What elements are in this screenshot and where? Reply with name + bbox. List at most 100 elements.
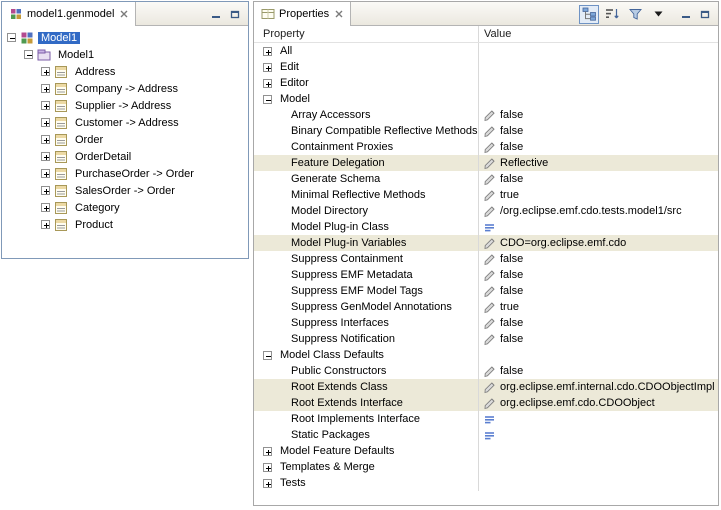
property-row[interactable]: Model Plug-in VariablesCDO=org.eclipse.e… — [254, 235, 718, 251]
expand-icon[interactable] — [263, 79, 272, 88]
property-row[interactable]: Model Directory/org.eclipse.emf.cdo.test… — [254, 203, 718, 219]
property-value-cell[interactable]: true — [478, 187, 718, 203]
tree-item[interactable]: Model1 — [2, 46, 248, 63]
expand-icon[interactable] — [41, 84, 50, 93]
property-row[interactable]: Root Implements Interface — [254, 411, 718, 427]
tree-item[interactable]: PurchaseOrder -> Order — [2, 165, 248, 182]
property-row[interactable]: Suppress Interfacesfalse — [254, 315, 718, 331]
expand-icon[interactable] — [263, 47, 272, 56]
property-value-cell[interactable] — [478, 411, 718, 427]
tree-item-label[interactable]: OrderDetail — [72, 151, 134, 163]
tree-item[interactable]: Product — [2, 216, 248, 233]
property-category-row[interactable]: Templates & Merge — [254, 459, 718, 475]
tree-item-label[interactable]: Address — [72, 66, 118, 78]
property-row[interactable]: Minimal Reflective Methodstrue — [254, 187, 718, 203]
expand-icon[interactable] — [263, 63, 272, 72]
maximize-button[interactable] — [697, 7, 713, 22]
property-category-row[interactable]: Editor — [254, 75, 718, 91]
show-advanced-properties-icon[interactable] — [625, 5, 645, 24]
property-value-cell[interactable]: org.eclipse.emf.cdo.CDOObject — [478, 395, 718, 411]
property-row[interactable]: Generate Schemafalse — [254, 171, 718, 187]
tab-properties[interactable]: Properties — [254, 2, 351, 26]
property-row[interactable]: Suppress EMF Model Tagsfalse — [254, 283, 718, 299]
property-value-cell[interactable]: false — [478, 363, 718, 379]
tree-item-label[interactable]: Model1 — [55, 49, 97, 61]
property-value-cell[interactable] — [478, 91, 718, 107]
property-value-cell[interactable]: false — [478, 171, 718, 187]
property-row[interactable]: Root Extends Classorg.eclipse.emf.intern… — [254, 379, 718, 395]
column-header-property[interactable]: Property — [254, 26, 478, 42]
property-value-cell[interactable] — [478, 59, 718, 75]
tree-item-label[interactable]: SalesOrder -> Order — [72, 185, 178, 197]
property-row[interactable]: Containment Proxiesfalse — [254, 139, 718, 155]
property-value-cell[interactable]: false — [478, 267, 718, 283]
property-row[interactable]: Feature DelegationReflective — [254, 155, 718, 171]
property-value-cell[interactable]: org.eclipse.emf.internal.cdo.CDOObjectIm… — [478, 379, 718, 395]
expand-icon[interactable] — [41, 186, 50, 195]
property-value-cell[interactable] — [478, 219, 718, 235]
collapse-icon[interactable] — [263, 351, 272, 360]
property-category-row[interactable]: Tests — [254, 475, 718, 491]
property-value-cell[interactable]: Reflective — [478, 155, 718, 171]
expand-icon[interactable] — [41, 135, 50, 144]
property-row[interactable]: Suppress GenModel Annotationstrue — [254, 299, 718, 315]
expand-icon[interactable] — [41, 220, 50, 229]
tree-item-label[interactable]: Category — [72, 202, 123, 214]
expand-icon[interactable] — [41, 101, 50, 110]
property-category-row[interactable]: Model Class Defaults — [254, 347, 718, 363]
expand-icon[interactable] — [41, 152, 50, 161]
tree-item-label[interactable]: Model1 — [38, 32, 80, 44]
tree-item-label[interactable]: PurchaseOrder -> Order — [72, 168, 197, 180]
property-value-cell[interactable] — [478, 443, 718, 459]
property-value-cell[interactable]: false — [478, 315, 718, 331]
minimize-button[interactable] — [678, 7, 694, 22]
tree-item[interactable]: Order — [2, 131, 248, 148]
property-value-cell[interactable]: false — [478, 123, 718, 139]
property-value-cell[interactable] — [478, 43, 718, 59]
property-value-cell[interactable]: true — [478, 299, 718, 315]
property-value-cell[interactable]: false — [478, 283, 718, 299]
tree-item[interactable]: Address — [2, 63, 248, 80]
tree-item-label[interactable]: Customer -> Address — [72, 117, 182, 129]
expand-icon[interactable] — [41, 67, 50, 76]
column-header-value[interactable]: Value — [478, 26, 718, 42]
property-value-cell[interactable]: CDO=org.eclipse.emf.cdo — [478, 235, 718, 251]
property-category-row[interactable]: Model Feature Defaults — [254, 443, 718, 459]
property-row[interactable]: Suppress EMF Metadatafalse — [254, 267, 718, 283]
property-row[interactable]: Public Constructorsfalse — [254, 363, 718, 379]
property-row[interactable]: Suppress Containmentfalse — [254, 251, 718, 267]
property-value-cell[interactable] — [478, 75, 718, 91]
collapse-icon[interactable] — [7, 33, 16, 42]
tree-item[interactable]: Customer -> Address — [2, 114, 248, 131]
collapse-icon[interactable] — [24, 50, 33, 59]
tree-item[interactable]: Company -> Address — [2, 80, 248, 97]
tree-item-label[interactable]: Order — [72, 134, 106, 146]
property-value-cell[interactable] — [478, 427, 718, 443]
property-value-cell[interactable] — [478, 475, 718, 491]
tab-model1-genmodel[interactable]: model1.genmodel — [2, 2, 136, 26]
property-row[interactable]: Array Accessorsfalse — [254, 107, 718, 123]
property-row[interactable]: Model Plug-in Class — [254, 219, 718, 235]
tree-item[interactable]: Category — [2, 199, 248, 216]
property-value-cell[interactable] — [478, 347, 718, 363]
property-row[interactable]: Root Extends Interfaceorg.eclipse.emf.cd… — [254, 395, 718, 411]
tree-item[interactable]: Supplier -> Address — [2, 97, 248, 114]
property-value-cell[interactable] — [478, 459, 718, 475]
property-row[interactable]: Static Packages — [254, 427, 718, 443]
property-row[interactable]: Binary Compatible Reflective Methodsfals… — [254, 123, 718, 139]
property-value-cell[interactable]: /org.eclipse.emf.cdo.tests.model1/src — [478, 203, 718, 219]
expand-icon[interactable] — [263, 447, 272, 456]
expand-icon[interactable] — [263, 479, 272, 488]
sort-alphabetical-icon[interactable] — [602, 5, 622, 24]
view-menu-icon[interactable] — [648, 5, 668, 24]
expand-icon[interactable] — [41, 118, 50, 127]
tree-item[interactable]: Model1 — [2, 29, 248, 46]
tree-item[interactable]: OrderDetail — [2, 148, 248, 165]
expand-icon[interactable] — [263, 463, 272, 472]
property-category-row[interactable]: Model — [254, 91, 718, 107]
expand-icon[interactable] — [41, 203, 50, 212]
maximize-button[interactable] — [227, 7, 243, 22]
property-category-row[interactable]: Edit — [254, 59, 718, 75]
property-value-cell[interactable]: false — [478, 107, 718, 123]
tree-item[interactable]: SalesOrder -> Order — [2, 182, 248, 199]
